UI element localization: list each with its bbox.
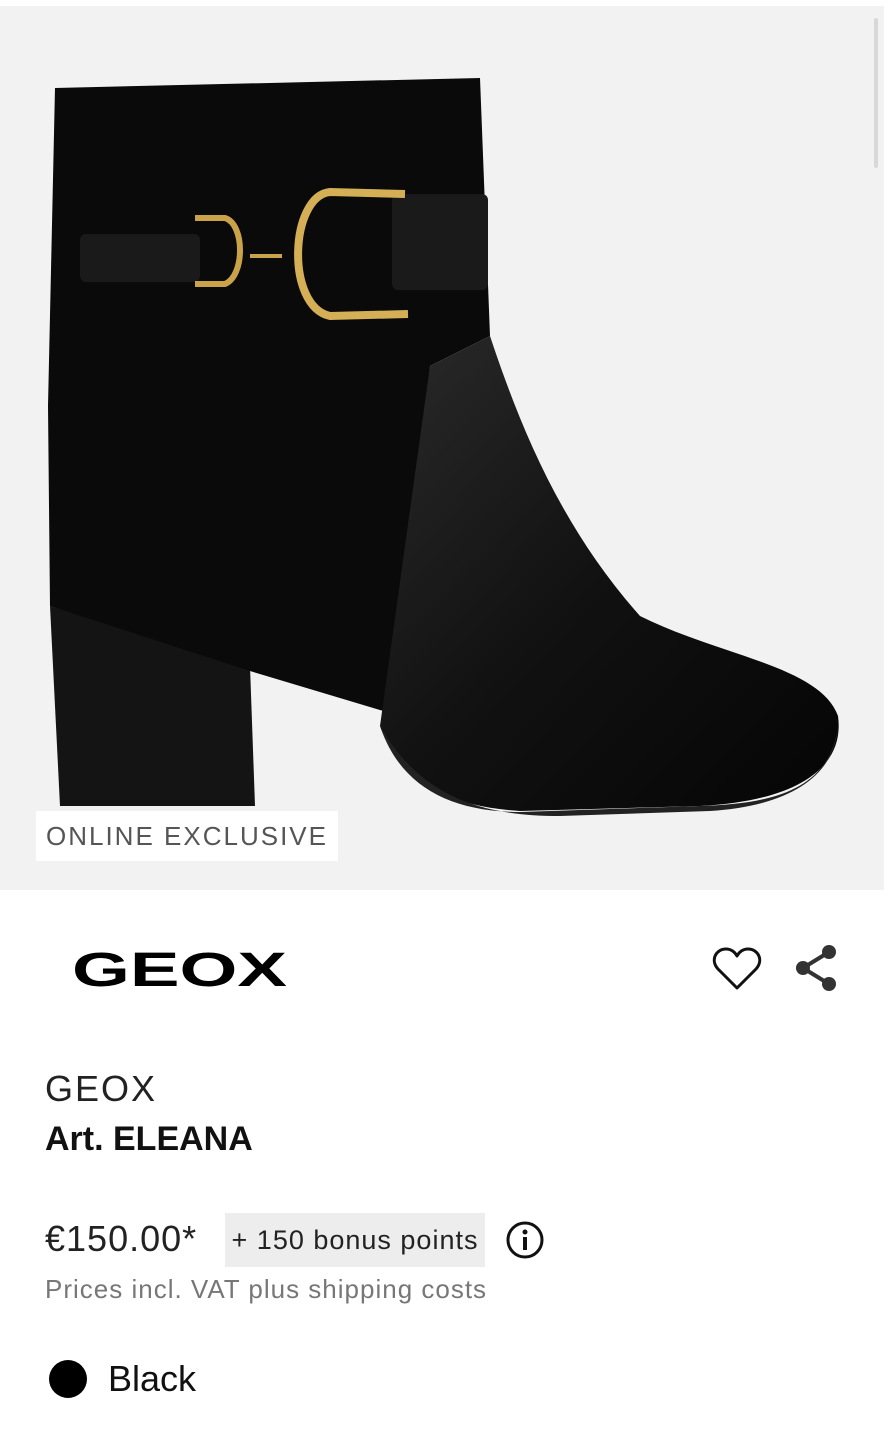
- product-title: Art. ELEANA: [45, 1120, 253, 1158]
- info-icon: [506, 1221, 544, 1259]
- favorite-button[interactable]: [712, 946, 762, 992]
- color-swatch[interactable]: [49, 1360, 87, 1398]
- product-brand[interactable]: GEOX: [45, 1068, 157, 1110]
- geox-logo: GEOX: [72, 946, 287, 992]
- share-button[interactable]: [792, 943, 840, 993]
- scrollbar[interactable]: [874, 18, 878, 168]
- info-button[interactable]: [505, 1220, 545, 1260]
- ankle-boot-image: [48, 78, 839, 816]
- svg-text:GEOX: GEOX: [72, 946, 287, 992]
- product-image-area[interactable]: ONLINE EXCLUSIVE: [0, 6, 884, 890]
- share-icon: [796, 945, 836, 991]
- online-exclusive-badge: ONLINE EXCLUSIVE: [36, 811, 338, 861]
- bonus-points-badge: + 150 bonus points: [225, 1213, 485, 1267]
- product-price: €150.00*: [45, 1218, 198, 1259]
- heart-icon: [712, 947, 762, 990]
- color-label: Black: [108, 1358, 197, 1399]
- vat-note: Prices incl. VAT plus shipping costs: [45, 1274, 488, 1304]
